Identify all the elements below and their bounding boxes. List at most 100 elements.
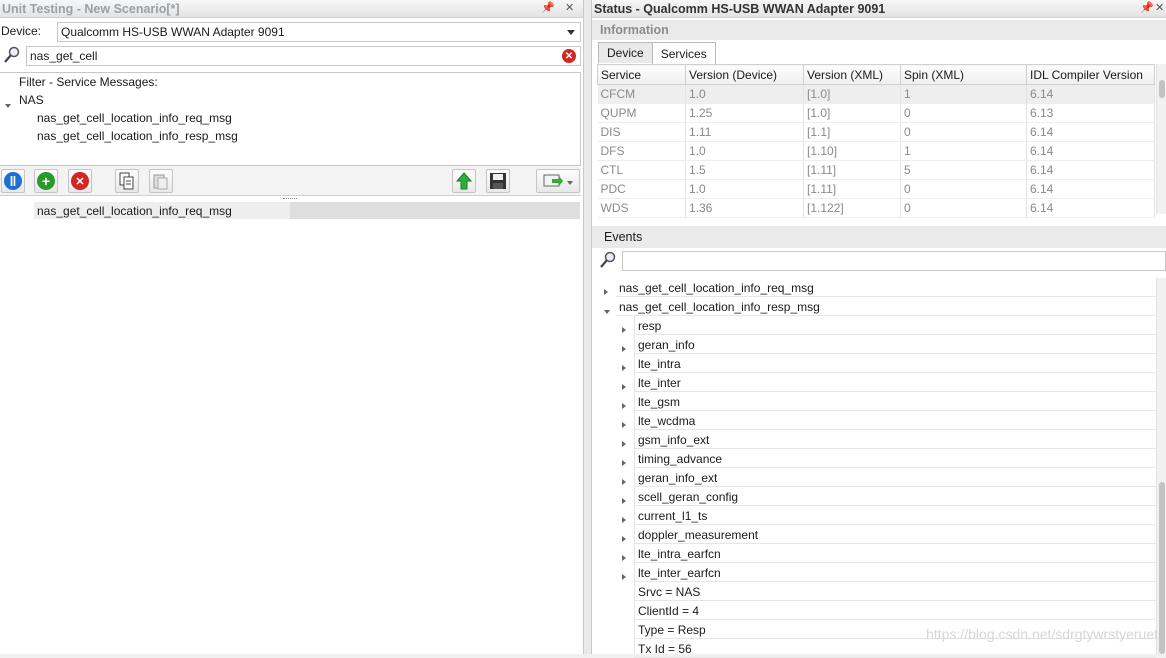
event-child-item[interactable]: timing_advance bbox=[638, 449, 722, 468]
collapsed-arrow-icon[interactable] bbox=[622, 417, 626, 431]
event-child-item[interactable]: doppler_measurement bbox=[638, 525, 758, 544]
table-cell: [1.0] bbox=[803, 84, 901, 104]
collapsed-arrow-icon[interactable] bbox=[622, 341, 626, 355]
send-dropdown-button[interactable] bbox=[536, 169, 580, 193]
collapsed-arrow-icon[interactable] bbox=[622, 379, 626, 393]
tree-expander-icon[interactable] bbox=[5, 97, 11, 111]
expanded-arrow-icon[interactable] bbox=[604, 303, 610, 317]
events-scrollbar[interactable] bbox=[1156, 278, 1166, 654]
collapsed-arrow-icon[interactable] bbox=[622, 474, 626, 488]
information-header: Information bbox=[592, 20, 1166, 40]
event-child-item[interactable]: lte_inter_earfcn bbox=[638, 563, 721, 582]
add-button[interactable]: + bbox=[34, 169, 58, 193]
table-cell: 1.11 bbox=[685, 122, 804, 142]
event-item[interactable]: nas_get_cell_location_info_resp_msg bbox=[619, 297, 820, 316]
collapsed-arrow-icon[interactable] bbox=[622, 531, 626, 545]
event-child-item[interactable]: lte_intra bbox=[638, 354, 681, 373]
column-resize-grip[interactable] bbox=[283, 198, 297, 200]
collapsed-arrow-icon[interactable] bbox=[622, 512, 626, 526]
event-child-item[interactable]: lte_inter bbox=[638, 373, 681, 392]
filter-input[interactable]: nas_get_cell bbox=[26, 46, 581, 66]
table-row[interactable]: QUPM 1.25 [1.0] 0 6.13 bbox=[597, 103, 1155, 123]
chevron-down-icon[interactable] bbox=[567, 30, 575, 35]
collapsed-arrow-icon[interactable] bbox=[622, 360, 626, 374]
collapsed-arrow-icon[interactable] bbox=[622, 322, 626, 336]
pin-icon[interactable]: 📌 bbox=[1140, 1, 1154, 14]
close-icon[interactable]: ✕ bbox=[565, 1, 574, 14]
tree-item[interactable]: nas_get_cell_location_info_req_msg bbox=[37, 111, 232, 125]
table-row[interactable]: CTL 1.5 [1.11] 5 6.14 bbox=[597, 160, 1155, 180]
status-title-bar: Status - Qualcomm HS-USB WWAN Adapter 90… bbox=[592, 0, 1166, 18]
event-child-item[interactable]: current_l1_ts bbox=[638, 506, 707, 525]
collapsed-arrow-icon[interactable] bbox=[622, 455, 626, 469]
column-header[interactable]: IDL Compiler Version bbox=[1026, 64, 1155, 85]
collapsed-arrow-icon[interactable] bbox=[604, 284, 608, 298]
event-child-item[interactable]: resp bbox=[638, 316, 661, 335]
table-row[interactable]: WDS 1.36 [1.122] 0 6.14 bbox=[597, 198, 1155, 218]
collapsed-arrow-icon[interactable] bbox=[622, 493, 626, 507]
remove-button[interactable]: ✕ bbox=[68, 169, 92, 193]
table-row[interactable]: DFS 1.0 [1.10] 1 6.14 bbox=[597, 141, 1155, 161]
column-header[interactable]: Version (XML) bbox=[803, 64, 901, 85]
table-cell: 1.0 bbox=[685, 141, 804, 161]
table-cell: DFS bbox=[597, 141, 686, 161]
table-row[interactable]: PDC 1.0 [1.11] 0 6.14 bbox=[597, 179, 1155, 199]
table-cell: 6.14 bbox=[1026, 84, 1155, 104]
event-child-item[interactable]: lte_wcdma bbox=[638, 411, 695, 430]
row-divider bbox=[634, 600, 1156, 601]
chevron-down-icon[interactable] bbox=[567, 174, 573, 188]
table-cell: 0 bbox=[900, 103, 1027, 123]
queue-item[interactable]: nas_get_cell_location_info_req_msg bbox=[34, 202, 290, 219]
table-row[interactable]: CFCM 1.0 [1.0] 1 6.14 bbox=[597, 84, 1155, 104]
table-cell: 1.5 bbox=[685, 160, 804, 180]
upload-button[interactable] bbox=[452, 169, 476, 193]
table-cell: 1.0 bbox=[685, 84, 804, 104]
copy-button[interactable] bbox=[115, 169, 139, 193]
scrollbar-thumb[interactable] bbox=[1159, 482, 1165, 654]
save-icon bbox=[490, 173, 506, 189]
column-header[interactable]: Service bbox=[597, 64, 686, 85]
row-divider bbox=[634, 429, 1156, 430]
pause-button[interactable]: ‖ bbox=[1, 169, 25, 193]
save-button[interactable] bbox=[486, 169, 510, 193]
table-cell: 6.14 bbox=[1026, 141, 1155, 161]
table-row[interactable]: DIS 1.11 [1.1] 0 6.14 bbox=[597, 122, 1155, 142]
collapsed-arrow-icon[interactable] bbox=[622, 436, 626, 450]
event-child-item[interactable]: scell_geran_config bbox=[638, 487, 738, 506]
event-child-item[interactable]: lte_gsm bbox=[638, 392, 680, 411]
close-icon[interactable]: ✕ bbox=[1155, 1, 1164, 14]
table-cell: 0 bbox=[900, 198, 1027, 218]
collapsed-arrow-icon[interactable] bbox=[622, 569, 626, 583]
collapsed-arrow-icon[interactable] bbox=[622, 550, 626, 564]
search-icon bbox=[4, 46, 20, 63]
device-select[interactable]: Qualcomm HS-USB WWAN Adapter 9091 bbox=[57, 22, 581, 42]
tab-services[interactable]: Services bbox=[651, 42, 716, 64]
event-field: Type = Resp bbox=[638, 622, 706, 637]
tree-item[interactable]: nas_get_cell_location_info_resp_msg bbox=[37, 129, 238, 143]
events-search-input[interactable] bbox=[622, 251, 1166, 271]
event-item[interactable]: nas_get_cell_location_info_req_msg bbox=[619, 278, 814, 297]
copy-icon bbox=[119, 172, 134, 190]
event-child-item[interactable]: gsm_info_ext bbox=[638, 430, 709, 449]
panel-splitter[interactable] bbox=[584, 0, 592, 654]
tab-device[interactable]: Device bbox=[598, 42, 653, 63]
table-cell: 0 bbox=[900, 179, 1027, 199]
column-header[interactable]: Version (Device) bbox=[685, 64, 804, 85]
event-child-item[interactable]: lte_intra_earfcn bbox=[638, 544, 721, 563]
table-cell: 6.13 bbox=[1026, 103, 1155, 123]
event-child-item[interactable]: geran_info bbox=[638, 335, 695, 354]
scrollbar-thumb[interactable] bbox=[1159, 80, 1165, 98]
paste-button[interactable] bbox=[149, 169, 173, 193]
tree-group-nas[interactable]: NAS bbox=[19, 93, 44, 107]
events-header: Events bbox=[592, 226, 1166, 248]
clear-filter-icon[interactable]: ✕ bbox=[562, 49, 576, 63]
collapsed-arrow-icon[interactable] bbox=[622, 398, 626, 412]
table-cell: QUPM bbox=[597, 103, 686, 123]
services-scrollbar[interactable] bbox=[1156, 64, 1166, 214]
row-divider bbox=[634, 581, 1156, 582]
event-child-item[interactable]: geran_info_ext bbox=[638, 468, 717, 487]
pin-icon[interactable]: 📌 bbox=[541, 1, 555, 14]
row-divider bbox=[634, 353, 1156, 354]
column-header[interactable]: Spin (XML) bbox=[900, 64, 1027, 85]
table-cell: 1.0 bbox=[685, 179, 804, 199]
